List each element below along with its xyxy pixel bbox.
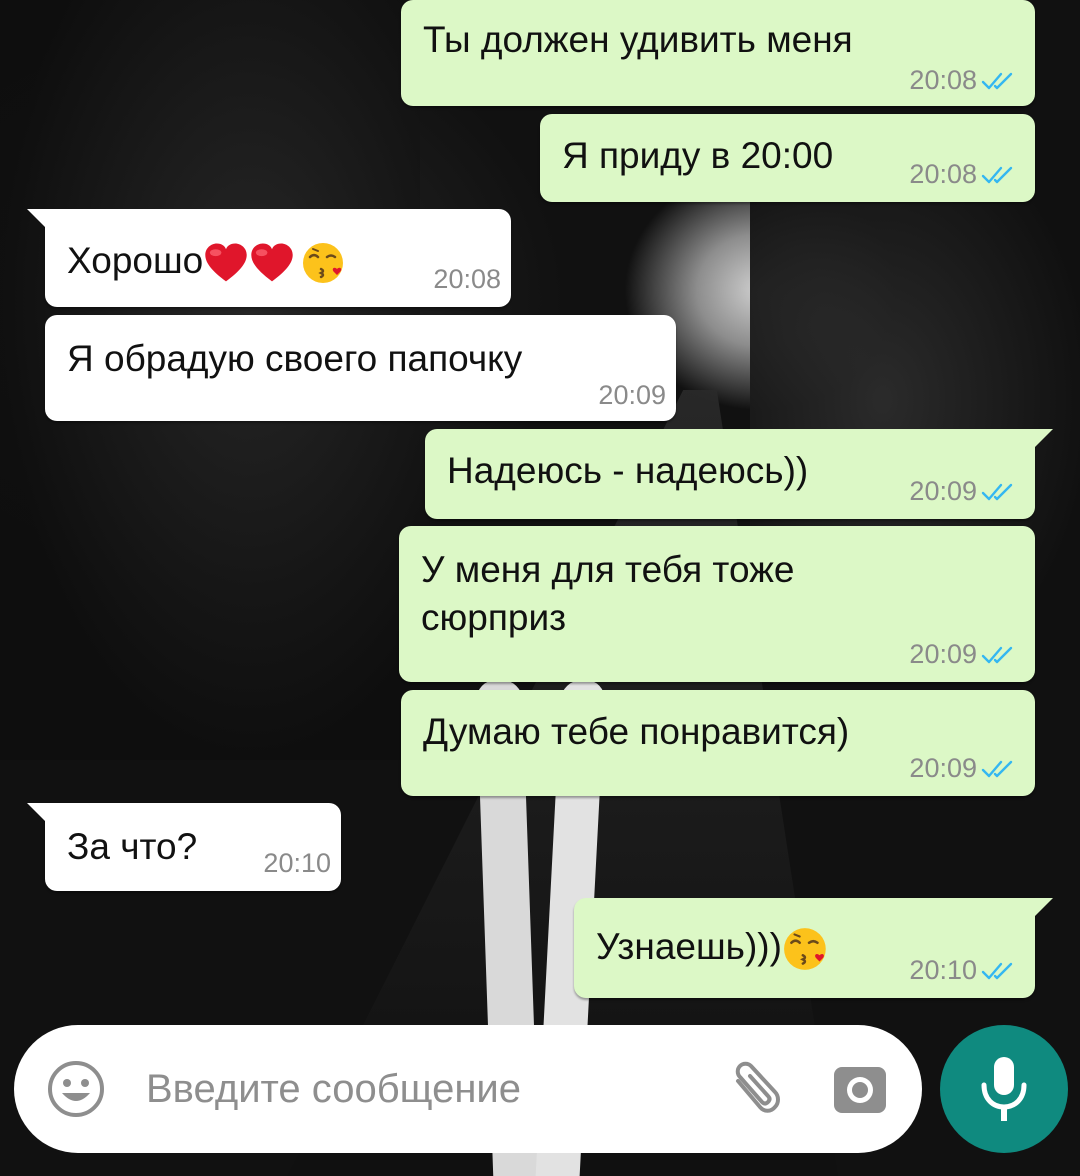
- message-bubble-outgoing[interactable]: У меня для тебя тоже сюрприз 20:09: [399, 526, 1035, 682]
- read-ticks-icon: [981, 644, 1021, 666]
- red-heart-icon: [203, 242, 249, 284]
- message-composer[interactable]: Введите сообщение: [14, 1025, 922, 1153]
- read-ticks-icon: [981, 758, 1021, 780]
- message-bubble-incoming[interactable]: За что? 20:10: [27, 803, 341, 891]
- message-text-line: сюрприз: [421, 597, 567, 638]
- message-bubble-outgoing[interactable]: Думаю тебе понравится) 20:09: [401, 690, 1035, 796]
- message-time: 20:08: [909, 65, 977, 95]
- read-ticks-icon: [981, 481, 1021, 503]
- message-time: 20:10: [909, 955, 977, 985]
- message-bubble-outgoing[interactable]: Ты должен удивить меня 20:08: [401, 0, 1035, 106]
- message-text: Думаю тебе понравится): [423, 711, 850, 752]
- message-meta: 20:09: [909, 753, 1021, 784]
- message-time: 20:10: [263, 848, 331, 878]
- message-time: 20:09: [909, 753, 977, 783]
- red-heart-icon: [249, 242, 295, 284]
- message-meta: 20:10: [909, 955, 1021, 986]
- message-input[interactable]: Введите сообщение: [146, 1067, 521, 1112]
- bubble-tail: [27, 803, 49, 825]
- message-time: 20:09: [598, 380, 666, 410]
- face-blowing-kiss-icon: [301, 239, 349, 287]
- message-meta: 20:10: [263, 848, 331, 879]
- message-time: 20:08: [433, 264, 501, 294]
- message-meta: 20:09: [909, 639, 1021, 670]
- message-text: Я обрадую своего папочку: [67, 338, 523, 379]
- face-blowing-kiss-icon: [782, 924, 832, 974]
- bubble-tail: [1031, 898, 1053, 920]
- message-bubble-outgoing[interactable]: Надеюсь - надеюсь)) 20:09: [425, 429, 1053, 519]
- message-time: 20:08: [909, 159, 977, 189]
- message-text: Узнаешь))): [596, 924, 832, 974]
- paperclip-icon[interactable]: [724, 1061, 784, 1121]
- message-text-content: Хорошо: [67, 240, 204, 281]
- message-meta: 20:09: [598, 380, 666, 411]
- message-text: За что?: [67, 826, 198, 867]
- message-meta: 20:08: [909, 159, 1021, 190]
- read-ticks-icon: [981, 70, 1021, 92]
- message-meta: 20:09: [909, 476, 1021, 507]
- message-bubble-incoming[interactable]: Хорошо 20:08: [27, 209, 511, 307]
- read-ticks-icon: [981, 960, 1021, 982]
- message-bubble-outgoing[interactable]: Я приду в 20:00 20:08: [540, 114, 1035, 202]
- camera-icon[interactable]: [832, 1061, 888, 1117]
- microphone-icon: [981, 1057, 1027, 1121]
- voice-record-button[interactable]: [940, 1025, 1068, 1153]
- message-bubble-outgoing[interactable]: Узнаешь))) 20:10: [574, 898, 1053, 998]
- message-bubble-incoming[interactable]: Я обрадую своего папочку 20:09: [45, 315, 676, 421]
- message-text-line: У меня для тебя тоже: [421, 549, 795, 590]
- message-text: Я приду в 20:00: [562, 135, 834, 176]
- message-text: Ты должен удивить меня: [423, 19, 853, 60]
- message-time: 20:09: [909, 639, 977, 669]
- message-text: Хорошо: [67, 239, 349, 287]
- smile-icon[interactable]: [46, 1059, 106, 1119]
- read-ticks-icon: [981, 164, 1021, 186]
- message-text: Надеюсь - надеюсь)): [447, 450, 809, 491]
- bubble-tail: [1031, 429, 1053, 451]
- message-meta: 20:08: [909, 65, 1021, 96]
- message-meta: 20:08: [433, 264, 501, 295]
- message-time: 20:09: [909, 476, 977, 506]
- message-text-content: Узнаешь))): [596, 925, 782, 967]
- bubble-tail: [27, 209, 49, 231]
